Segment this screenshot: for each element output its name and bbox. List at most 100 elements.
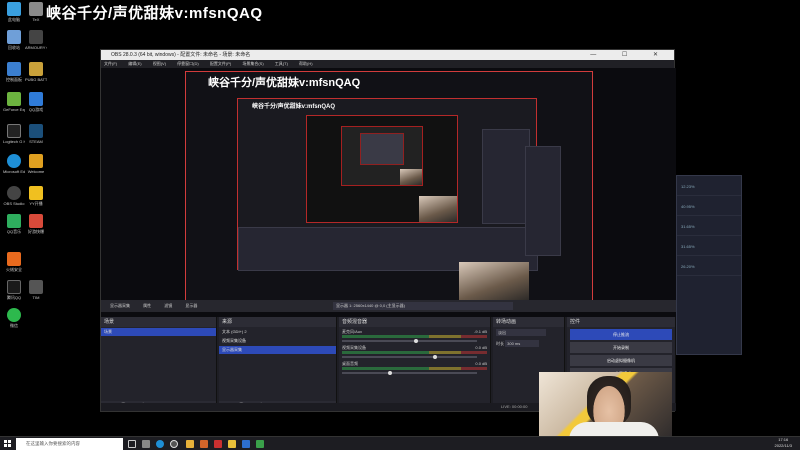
- source-item[interactable]: 视频采集设备: [219, 337, 336, 345]
- tim-icon: [29, 280, 43, 294]
- start-recording-button[interactable]: 开始录制: [570, 342, 672, 353]
- menu-file[interactable]: 文件(F): [104, 61, 117, 66]
- volume-slider[interactable]: [342, 355, 487, 359]
- menu-tools[interactable]: 工具(T): [275, 61, 288, 66]
- volume-slider[interactable]: [342, 371, 487, 375]
- floating-panel: 12.23% 40.95% 31.65% 31.65% 26.20%: [676, 175, 742, 355]
- transition-type-row: 淡出: [493, 327, 564, 338]
- system-clock[interactable]: 17:16 2022/11/3: [775, 437, 793, 449]
- taskbar-app-icon[interactable]: [214, 440, 222, 448]
- virtual-camera-button[interactable]: 启动虚拟摄像机: [570, 355, 672, 366]
- desktop-icon[interactable]: Logitech G HUB: [3, 124, 25, 144]
- taskbar-app-icon[interactable]: [142, 440, 150, 448]
- desktop-icon[interactable]: ARMOURY CRATE: [25, 30, 47, 50]
- mixer-channel: 桌面音频 0.0 dB: [342, 361, 487, 375]
- volume-meter: [342, 335, 487, 338]
- desktop-icon[interactable]: TeX: [25, 2, 47, 22]
- menu-scene-collection[interactable]: 场景集合(S): [242, 61, 263, 66]
- mixer-channel: 视频采集设备 0.0 dB: [342, 345, 487, 359]
- source-item[interactable]: 文本 (GDI+) 2: [219, 328, 336, 336]
- desktop-icon[interactable]: 此电脑: [3, 2, 25, 22]
- desktop-icon[interactable]: 控制面板: [3, 62, 25, 82]
- geforce-icon: [7, 92, 21, 106]
- panel-row: 31.65%: [677, 236, 741, 256]
- desktop-icon[interactable]: Welcome: [25, 154, 47, 174]
- desktop-icon[interactable]: QQ音乐: [3, 214, 25, 234]
- obs-menubar: 文件(F) 编辑(E) 视图(V) 停靠窗口(D) 配置文件(P) 场景集合(S…: [101, 60, 674, 68]
- properties-button[interactable]: 属性: [140, 300, 154, 312]
- desktop-icon[interactable]: PUBG BATTLEGROUNDS: [25, 62, 47, 82]
- desktop-icon[interactable]: Microsoft Edge: [3, 154, 25, 174]
- obs-taskbar-icon[interactable]: [170, 440, 178, 448]
- taskbar-app-icon[interactable]: [228, 440, 236, 448]
- channel-db: -9.1 dB: [474, 329, 487, 334]
- taskbar-app-icon[interactable]: [242, 440, 250, 448]
- display-select[interactable]: 显示器 1: 2560x1440 @ 0,0 (主显示器): [333, 302, 513, 310]
- this-pc-icon: [7, 2, 21, 16]
- taskbar-app-icon[interactable]: [200, 440, 208, 448]
- desktop-icon[interactable]: QQ游戏: [25, 92, 47, 112]
- panel-row: 26.20%: [677, 256, 741, 276]
- desktop-icon[interactable]: OBS Studio: [3, 186, 25, 206]
- desktop-icon[interactable]: STEAM: [25, 124, 47, 144]
- stop-streaming-button[interactable]: 停止推流: [570, 329, 672, 340]
- menu-docks[interactable]: 停靠窗口(D): [177, 61, 199, 66]
- scene-item[interactable]: 场景: [101, 328, 216, 336]
- yy-icon: [29, 186, 43, 200]
- task-view-icon[interactable]: [128, 440, 136, 448]
- slider-knob[interactable]: [433, 355, 437, 359]
- webcam-overlay: [539, 372, 672, 440]
- panel-row: 40.95%: [677, 196, 741, 216]
- clock-date: 2022/11/3: [774, 443, 793, 448]
- menu-view[interactable]: 视图(V): [153, 61, 166, 66]
- qq-music-icon: [7, 214, 21, 228]
- filters-button[interactable]: 滤镜: [161, 300, 175, 312]
- nested-frame-2: [306, 115, 458, 223]
- taskbar-search[interactable]: 在这里输入你要搜索的内容: [16, 438, 123, 450]
- menu-edit[interactable]: 编辑(E): [128, 61, 141, 66]
- scenes-header: 场景: [101, 317, 216, 327]
- source-item[interactable]: 显示器采集: [219, 346, 336, 354]
- desktop-icon[interactable]: 微信: [3, 308, 25, 328]
- start-button[interactable]: [4, 440, 12, 448]
- duration-input[interactable]: 300 ms: [505, 340, 540, 347]
- preview-webcam: [459, 262, 529, 300]
- desktop-icon-grid: 此电脑 TeX 回收站 ARMOURY CRATE 控制面板 PUBG BATT…: [0, 0, 50, 432]
- desktop-icon[interactable]: 好游快爆: [25, 214, 47, 234]
- slider-track: [342, 340, 477, 342]
- desktop-icon[interactable]: 回收站: [3, 30, 25, 50]
- obs-icon: [7, 186, 21, 200]
- channel-name: 桌面音频: [342, 361, 358, 366]
- nested-frame-3: [341, 126, 423, 186]
- desktop-icon[interactable]: TIM: [25, 280, 47, 300]
- taskbar-app-icon[interactable]: [256, 440, 264, 448]
- desktop-icon[interactable]: 腾讯QQ: [3, 280, 25, 300]
- menu-profile[interactable]: 配置文件(P): [210, 61, 231, 66]
- desktop-icon[interactable]: 火绒安全: [3, 252, 25, 272]
- volume-meter: [342, 367, 487, 370]
- obs-titlebar: OBS 28.0.3 (64 bit, windows) - 配置文件: 未命名…: [101, 50, 674, 60]
- window-controls[interactable]: — ☐ ✕: [590, 50, 670, 60]
- volume-slider[interactable]: [342, 339, 487, 343]
- haoyou-icon: [29, 214, 43, 228]
- folder-taskbar-icon[interactable]: [186, 440, 194, 448]
- desktop-icon[interactable]: GeForce Experience: [3, 92, 25, 112]
- live-timer: LIVE: 00:00:00: [501, 404, 528, 409]
- menu-help[interactable]: 帮助(H): [299, 61, 313, 66]
- webcam-person-head: [587, 376, 631, 426]
- sources-header: 来源: [219, 317, 336, 327]
- edge-taskbar-icon[interactable]: [156, 440, 164, 448]
- nested-side-panel: [482, 129, 530, 224]
- scenes-dock: 场景 场景 + 🗑 ⚙ ∧ ∨: [101, 317, 217, 411]
- taskbar: 在这里输入你要搜索的内容 17:16 2022/11/3: [0, 436, 800, 450]
- panel-row: 12.23%: [677, 176, 741, 196]
- sources-dock: 来源 文本 (GDI+) 2 视频采集设备 显示器采集 + 🗑 ⚙ ∧ ∨: [219, 317, 337, 411]
- preview-side-panel: [525, 146, 561, 256]
- transition-type-select[interactable]: 淡出: [496, 329, 546, 336]
- slider-knob[interactable]: [413, 339, 418, 343]
- overlay-title: 峡谷千分/声优甜妹v:mfsnQAQ: [46, 5, 263, 22]
- slider-knob[interactable]: [387, 371, 392, 375]
- control-panel-icon: [7, 62, 21, 76]
- wechat-icon: [7, 308, 21, 322]
- desktop-icon[interactable]: YY开播: [25, 186, 47, 206]
